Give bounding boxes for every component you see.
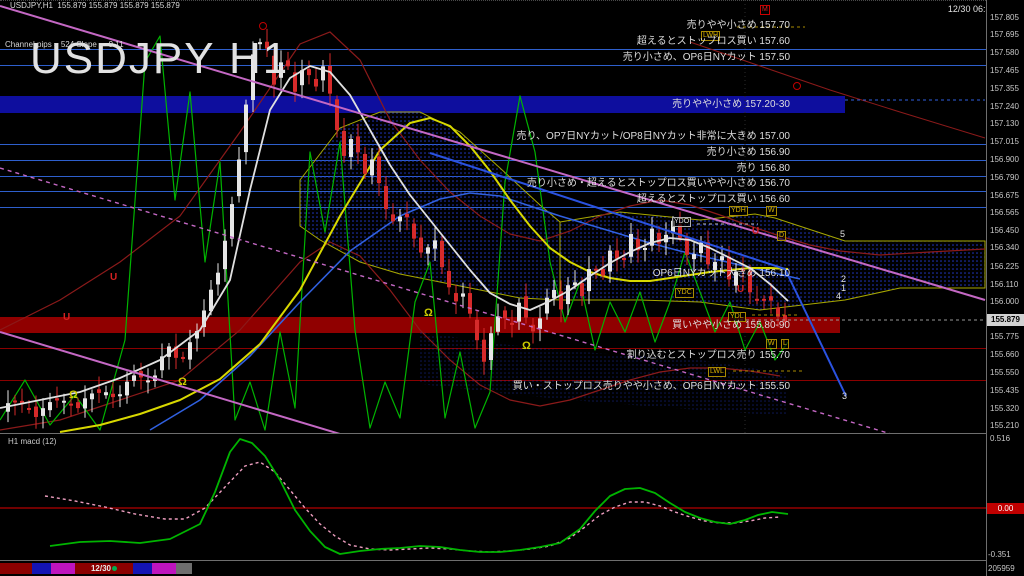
status-bar: 12/30 [0, 562, 986, 576]
price-tick-label: 155.775 [990, 332, 1019, 341]
price-tick-label: 156.900 [990, 155, 1019, 164]
macd-status-divider [0, 560, 1024, 561]
price-tick-label: 156.225 [990, 262, 1019, 271]
price-tick-label: 157.695 [990, 30, 1019, 39]
marker-box-w: W [766, 206, 777, 216]
trading-terminal-window: MLWHYDHWYDODYDCYDLWLLWLUUUUΩΩΩΩ52143 売りや… [0, 0, 1024, 576]
price-tick-label: 156.110 [990, 280, 1018, 289]
marker-box-ydo: YDO [672, 217, 691, 227]
status-green-dot [112, 566, 117, 571]
price-tick-label: 157.130 [990, 119, 1019, 128]
level-annotation: 売り小さめ・超えるとストップロス買いやや小さめ 156.70 [527, 178, 790, 189]
level-annotation: 超えるとストップロス買い 156.60 [637, 194, 790, 205]
level-annotation: 売り、OP7日NYカット/OP8日NYカット非常に大きめ 157.00 [516, 131, 790, 142]
price-tick-label: 157.580 [990, 48, 1019, 57]
wave-count-label: 1 [841, 283, 846, 293]
level-annotation: 超えるとストップロス買い 157.60 [637, 36, 790, 47]
omega-marker-icon: Ω [178, 376, 187, 388]
price-tick-label: 156.790 [990, 173, 1019, 182]
omega-marker-icon: Ω [522, 340, 531, 352]
status-segment [133, 563, 152, 574]
level-annotation: 売りやや小さめ 157.70 [687, 20, 790, 31]
u-marker-icon: U [110, 272, 117, 283]
price-tick-label: 156.000 [990, 297, 1019, 306]
price-tick-label: 155.550 [990, 368, 1019, 377]
price-tick-label: 157.805 [990, 13, 1019, 22]
wave-count-label: 4 [836, 291, 841, 301]
bar-counter-value: 205959 [988, 564, 1015, 573]
price-tick-label: 155.320 [990, 404, 1019, 413]
u-marker-icon: U [63, 312, 70, 323]
level-annotation: 売り小さめ、OP6日NYカット 157.50 [623, 52, 790, 63]
macd-min-label: -0.351 [988, 550, 1011, 559]
marker-box-ydh: YDH [729, 206, 748, 216]
price-tick-label: 155.660 [990, 350, 1019, 359]
u-marker-icon: U [752, 226, 759, 237]
axis-separator [986, 0, 987, 576]
price-tick-label: 156.565 [990, 208, 1019, 217]
marker-box-d: D [777, 231, 786, 241]
channel-info: Channel pips = 524 Slope = -9.11 [5, 40, 124, 49]
price-tick-label: 155.210 [990, 421, 1019, 430]
status-segment [51, 563, 75, 574]
signal-circle-icon [259, 22, 267, 30]
level-annotation: 売り 156.80 [737, 163, 790, 174]
price-tick-label: 155.435 [990, 386, 1019, 395]
macd-current-value-box: 0.00 [987, 503, 1024, 514]
macd-signal-line [45, 462, 780, 552]
macd-indicator-chart [0, 434, 986, 561]
level-annotation: 買いやや小さめ 155.80-90 [672, 320, 790, 331]
wave-count-label: 5 [840, 229, 845, 239]
marker-box-ydc: YDC [675, 288, 694, 298]
marker-box-m: M [760, 5, 770, 15]
marker-box-l: L [781, 339, 789, 349]
status-segment [0, 563, 32, 574]
u-marker-icon: U [737, 284, 744, 295]
status-segment: 12/30 [75, 563, 133, 574]
status-segment [176, 563, 192, 574]
level-annotation: OP6日NYカット大きめ 156.10 [653, 268, 790, 279]
wave-count-label: 3 [842, 391, 847, 401]
status-segment [152, 563, 176, 574]
marker-box-w: W [766, 339, 777, 349]
macd-label: H1 macd (12) [8, 437, 56, 446]
marker-box-lwl: LWL [708, 367, 726, 377]
price-tick-label: 157.015 [990, 137, 1019, 146]
omega-marker-icon: Ω [69, 389, 78, 401]
symbol-info: USDJPY,H1 155.879 155.879 155.879 155.87… [10, 1, 180, 10]
level-annotation: 買い・ストップロス売りやや小さめ、OP6日NYカット 155.50 [513, 381, 790, 392]
omega-marker-icon: Ω [424, 307, 433, 319]
ichimoku-cloud-lower [420, 332, 788, 416]
price-tick-label: 157.355 [990, 84, 1019, 93]
macd-max-label: 0.516 [990, 434, 1010, 443]
price-tick-label: 157.240 [990, 102, 1019, 111]
level-annotation: 売りやや小さめ 157.20-30 [672, 99, 790, 110]
price-axis[interactable]: 157.805 157.695 157.580 157.465 157.355 157.2… [987, 0, 1024, 576]
price-tick-label: 156.340 [990, 243, 1019, 252]
price-tick-label: 156.450 [990, 226, 1019, 235]
status-segment [192, 563, 985, 574]
signal-circle-icon [793, 82, 801, 90]
current-price-box: 155.879 [987, 314, 1024, 326]
price-tick-label: 157.465 [990, 66, 1019, 75]
price-tick-label: 156.675 [990, 191, 1019, 200]
status-segment [32, 563, 51, 574]
level-annotation: 売り小さめ 156.90 [707, 147, 790, 158]
level-annotation: 割り込むとストップロス売り 155.70 [627, 350, 790, 361]
macd-main-line [50, 439, 788, 554]
